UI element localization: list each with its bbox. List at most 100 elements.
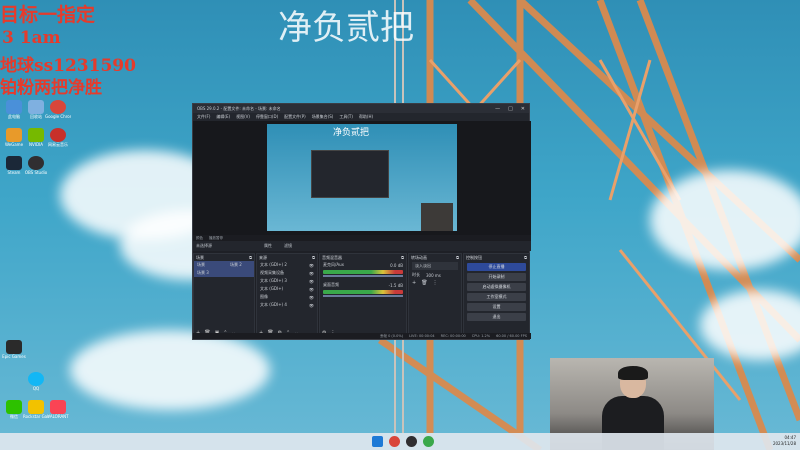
- close-icon[interactable]: ✕: [521, 106, 525, 112]
- eye-icon[interactable]: 👁: [309, 263, 314, 268]
- add-icon[interactable]: +: [412, 280, 416, 286]
- scenes-dock: 场景⧉ 场景 场景 2 场景 3 + 🗑 ▣ ⌃ ⌄: [193, 253, 255, 339]
- audio-meter: [323, 290, 403, 294]
- obs-preview[interactable]: 净负贰把: [193, 121, 531, 235]
- eye-icon[interactable]: 👁: [309, 303, 314, 308]
- desktop-icon-wegame[interactable]: WeGame: [4, 128, 24, 150]
- dock-menu-icon[interactable]: ⧉: [312, 255, 315, 260]
- sources-dock-title: 来源: [259, 254, 267, 260]
- filters-button[interactable]: 滤镜: [284, 243, 292, 249]
- desktop-icon-nvidia[interactable]: NVIDIA: [26, 128, 46, 150]
- eye-icon[interactable]: 👁: [309, 287, 314, 292]
- nested-preview: [311, 150, 389, 198]
- audio-mixer-dock: 音频混音器⧉ 麦克风/Aux0.0 dB 桌面音频-1.5 dB ⚙ ⋮: [319, 253, 407, 339]
- menu-view[interactable]: 视图(V): [236, 114, 250, 120]
- sources-dock: 来源 ⧉ 文本 (GDI+) 2 👁 视频采集设备 👁 文本 (GDI+) 3 👁 文本…: [256, 253, 318, 339]
- source-toolbar: 未选择源 属性 滤镜: [193, 241, 531, 251]
- source-item[interactable]: 文本 (GDI+) 3 👁: [257, 277, 317, 285]
- steam-icon: [6, 156, 22, 170]
- overlay-center-title: 净负贰把: [278, 8, 414, 48]
- eye-icon[interactable]: 👁: [309, 295, 314, 300]
- scene-item[interactable]: 场景 3: [194, 269, 254, 277]
- volume-slider[interactable]: [323, 275, 403, 277]
- source-item[interactable]: 文本 (GDI+) 👁: [257, 285, 317, 293]
- desktop-icon-valorant[interactable]: VALORANT: [47, 400, 69, 422]
- dock-menu-icon[interactable]: ⧉: [456, 255, 459, 260]
- context-play-pause[interactable]: 播放暂停: [209, 236, 223, 241]
- wegame-icon: [6, 128, 22, 142]
- transition-type-select[interactable]: 淡入淡出: [412, 262, 458, 270]
- menu-profile[interactable]: 配置文件(P): [284, 114, 306, 120]
- desktop-icon-qq[interactable]: QQ: [26, 372, 46, 394]
- dock-menu-icon[interactable]: ⧉: [524, 255, 527, 260]
- chrome-icon: [50, 100, 66, 114]
- fps-readout: 60.00 / 60.00 FPS: [496, 334, 527, 338]
- transitions-dock-title: 转场动画: [411, 254, 427, 260]
- desktop-icon-steam[interactable]: Steam: [4, 156, 24, 178]
- settings-button[interactable]: 设置: [467, 303, 526, 311]
- minimize-icon[interactable]: —: [495, 106, 500, 112]
- menu-edit[interactable]: 编辑(E): [216, 114, 230, 120]
- epic-icon: [6, 340, 22, 354]
- desktop-icon-wechat[interactable]: 微信: [4, 400, 24, 422]
- obs-titlebar[interactable]: OBS 29.0.2 - 配置文件: 未命名 - 场景: 未命名 — □ ✕: [193, 104, 529, 113]
- menu-help[interactable]: 帮助(H): [359, 114, 373, 120]
- rec-timer: REC: 00:00:00: [440, 334, 466, 338]
- taskbar-chrome-icon[interactable]: [423, 436, 434, 447]
- eye-icon[interactable]: 👁: [309, 279, 314, 284]
- menu-scene-collection[interactable]: 场景集合(S): [312, 114, 334, 120]
- exit-button[interactable]: 退出: [467, 313, 526, 321]
- overlay-time-text: 3 1am: [2, 28, 61, 48]
- transitions-dock: 转场动画 ⧉ 淡入淡出 时长 300 ms + 🗑 ⋮: [408, 253, 462, 339]
- desktop-icon-obs[interactable]: OBS Studio: [25, 156, 47, 178]
- desktop-icon-rockstar[interactable]: Rockstar Games: [23, 400, 49, 422]
- obs-menubar: 文件(F) 编辑(E) 视图(V) 停靠窗口(D) 配置文件(P) 场景集合(S…: [193, 113, 529, 121]
- desktop-icon-netease-music[interactable]: 网易云音乐: [48, 128, 68, 150]
- context-color[interactable]: 颜色: [196, 236, 203, 241]
- eye-icon[interactable]: 👁: [309, 271, 314, 276]
- volume-slider[interactable]: [323, 295, 403, 297]
- more-icon[interactable]: ⋮: [433, 280, 438, 286]
- taskbar-clock[interactable]: 04:47 2023/11/28: [773, 435, 796, 447]
- source-item[interactable]: 文本 (GDI+) 2 👁: [257, 261, 317, 269]
- desktop-icon-chrome[interactable]: Google Chrome: [45, 100, 71, 122]
- start-recording-button[interactable]: 开始录制: [467, 273, 526, 281]
- duration-label: 时长: [412, 272, 420, 277]
- computer-icon: [6, 100, 22, 114]
- clock-date: 2023/11/28: [772, 441, 796, 446]
- taskbar: 04:47 2023/11/28: [0, 433, 800, 450]
- obs-window[interactable]: OBS 29.0.2 - 配置文件: 未命名 - 场景: 未命名 — □ ✕ 文…: [192, 103, 531, 340]
- stop-streaming-button[interactable]: 停止直播: [467, 263, 526, 271]
- obs-window-title: OBS 29.0.2 - 配置文件: 未命名 - 场景: 未命名: [197, 105, 281, 111]
- properties-button[interactable]: 属性: [264, 243, 272, 249]
- mixer-dock-title: 音频混音器: [322, 254, 342, 260]
- menu-file[interactable]: 文件(F): [197, 114, 210, 120]
- menu-docks[interactable]: 停靠窗口(D): [256, 114, 278, 120]
- dropped-frames: 丢帧 0 (0.0%): [379, 333, 404, 338]
- controls-dock-title: 控制按钮: [466, 254, 482, 260]
- desktop-icon-epic[interactable]: Epic Games: [2, 340, 26, 362]
- rockstar-icon: [28, 400, 44, 414]
- preview-screen-capture: [267, 124, 457, 231]
- menu-tools[interactable]: 工具(T): [339, 114, 353, 120]
- wechat-icon: [6, 400, 22, 414]
- desktop-icon-this-pc[interactable]: 此电脑: [4, 100, 24, 122]
- mixer-channel-name: 麦克风/Aux 0.0 dB: [323, 262, 403, 268]
- source-item[interactable]: 文本 (GDI+) 4 👁: [257, 301, 317, 309]
- duration-input[interactable]: 300 ms: [426, 273, 441, 278]
- dock-menu-icon[interactable]: ⧉: [401, 255, 404, 260]
- desktop-icon-recycle-bin[interactable]: 回收站: [26, 100, 46, 122]
- taskbar-obs-icon[interactable]: [406, 436, 417, 447]
- controls-dock: 控制按钮 ⧉ 停止直播 开始录制 启动虚拟摄像机 工作室模式 设置 退出: [463, 253, 530, 339]
- scenes-dock-title: 场景: [196, 254, 204, 260]
- mixer-channel-name: 桌面音频 -1.5 dB: [323, 282, 403, 288]
- windows-start-icon[interactable]: [372, 436, 383, 447]
- start-virtual-camera-button[interactable]: 启动虚拟摄像机: [467, 283, 526, 291]
- source-item[interactable]: 视频采集设备 👁: [257, 269, 317, 277]
- source-item[interactable]: 图像 👁: [257, 293, 317, 301]
- taskbar-app-icon[interactable]: [389, 436, 400, 447]
- dock-menu-icon[interactable]: ⧉: [249, 255, 252, 260]
- maximize-icon[interactable]: □: [508, 106, 513, 112]
- trash-icon[interactable]: 🗑: [421, 280, 427, 286]
- studio-mode-button[interactable]: 工作室模式: [467, 293, 526, 301]
